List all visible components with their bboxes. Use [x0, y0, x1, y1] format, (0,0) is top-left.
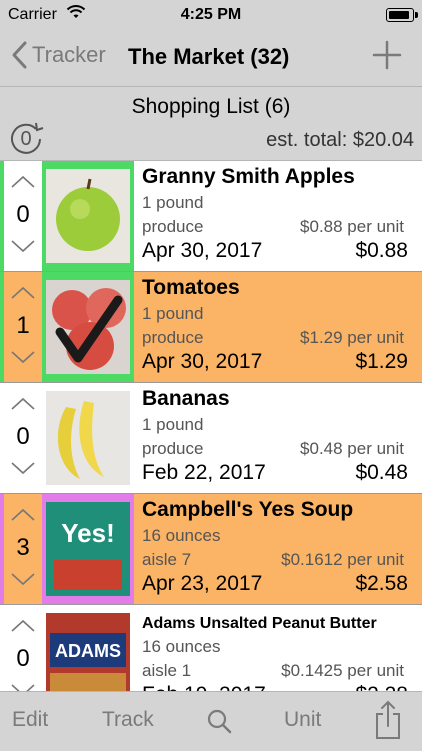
item-price: $2.28	[355, 683, 408, 691]
item-unit-price: $0.1612 per unit	[281, 550, 404, 569]
status-bar: Carrier 4:25 PM	[0, 0, 422, 30]
quantity-stepper[interactable]: 0	[4, 161, 42, 271]
item-thumbnail[interactable]: ADAMS	[42, 605, 134, 691]
page-title: The Market (32)	[128, 44, 290, 69]
chevron-down-icon[interactable]	[10, 350, 36, 364]
list-item[interactable]: 1 Tomatoes 1 pound produce $1.29 per uni…	[0, 272, 422, 383]
item-category: aisle 7	[142, 550, 192, 569]
share-icon[interactable]	[374, 700, 402, 740]
chevron-up-icon[interactable]	[10, 175, 36, 189]
svg-text:0: 0	[20, 128, 31, 150]
item-unit-price: $0.1425 per unit	[281, 661, 404, 680]
quantity-value: 1	[16, 312, 30, 339]
item-name: Campbell's Yes Soup	[142, 498, 354, 521]
chevron-up-icon[interactable]	[10, 397, 36, 411]
item-price: $0.88	[355, 239, 408, 262]
battery-icon	[386, 8, 418, 22]
track-button[interactable]: Track	[102, 708, 154, 732]
back-button[interactable]: Tracker	[10, 40, 106, 70]
navigation-bar: Tracker The Market (32)	[0, 30, 422, 87]
list-header: Shopping List (6) 0 est. total: $20.04	[0, 87, 422, 161]
chevron-up-icon[interactable]	[10, 508, 36, 522]
shopping-list-title: Shopping List (6)	[131, 95, 291, 118]
green-apple-image	[46, 169, 130, 263]
svg-text:ADAMS: ADAMS	[55, 641, 121, 661]
item-date: Feb 19, 2017	[142, 683, 266, 691]
search-icon[interactable]	[206, 708, 232, 734]
item-date: Apr 23, 2017	[142, 572, 263, 595]
reset-quantities-icon[interactable]: 0	[6, 119, 46, 155]
tomatoes-image	[46, 280, 130, 374]
item-date: Feb 22, 2017	[142, 461, 266, 484]
item-size: 1 pound	[142, 415, 204, 434]
chevron-down-icon[interactable]	[10, 461, 36, 475]
item-unit-price: $1.29 per unit	[300, 328, 404, 347]
chevron-down-icon[interactable]	[10, 683, 36, 691]
item-date: Apr 30, 2017	[142, 239, 263, 262]
quantity-stepper[interactable]: 0	[4, 383, 42, 493]
item-list: 0 Granny Smith Apples 1 pound produce $0…	[0, 161, 422, 691]
quantity-value: 0	[16, 201, 30, 228]
item-thumbnail[interactable]	[42, 272, 134, 382]
unit-button[interactable]: Unit	[284, 708, 321, 732]
item-category: produce	[142, 439, 204, 458]
list-item[interactable]: 0 Bananas 1 pound produce $0.48 per unit…	[0, 383, 422, 494]
peanut-butter-jar-image: ADAMS	[46, 613, 130, 691]
list-item[interactable]: 0 Granny Smith Apples 1 pound produce $0…	[0, 161, 422, 272]
quantity-value: 0	[16, 645, 30, 672]
back-label: Tracker	[32, 42, 106, 67]
item-size: 1 pound	[142, 193, 204, 212]
item-price: $1.29	[355, 350, 408, 373]
item-category: aisle 1	[142, 661, 192, 680]
item-size: 1 pound	[142, 304, 204, 323]
soup-can-image: Yes!	[46, 502, 130, 596]
item-name: Tomatoes	[142, 276, 240, 299]
item-thumbnail[interactable]	[42, 161, 134, 271]
item-thumbnail[interactable]	[42, 383, 134, 493]
item-name: Granny Smith Apples	[142, 165, 355, 188]
edit-button[interactable]: Edit	[12, 708, 48, 732]
item-unit-price: $0.48 per unit	[300, 439, 404, 458]
item-size: 16 ounces	[142, 637, 221, 656]
chevron-down-icon[interactable]	[10, 239, 36, 253]
list-item[interactable]: 0 ADAMS Adams Unsalted Peanut Butter 16 …	[0, 605, 422, 691]
item-price: $0.48	[355, 461, 408, 484]
item-name: Bananas	[142, 387, 230, 410]
quantity-stepper[interactable]: 3	[4, 494, 42, 604]
item-category: produce	[142, 328, 204, 347]
quantity-stepper[interactable]: 0	[4, 605, 42, 691]
chevron-up-icon[interactable]	[10, 619, 36, 633]
bananas-image	[46, 391, 130, 485]
bottom-toolbar: Edit Track Unit	[0, 691, 422, 751]
estimated-total: est. total: $20.04	[266, 129, 414, 151]
item-price: $2.58	[355, 572, 408, 595]
item-unit-price: $0.88 per unit	[300, 217, 404, 236]
quantity-stepper[interactable]: 1	[4, 272, 42, 382]
item-name: Adams Unsalted Peanut Butter	[142, 615, 377, 632]
chevron-up-icon[interactable]	[10, 286, 36, 300]
list-item[interactable]: 3 Yes! Campbell's Yes Soup 16 ounces ais…	[0, 494, 422, 605]
item-date: Apr 30, 2017	[142, 350, 263, 373]
chevron-down-icon[interactable]	[10, 572, 36, 586]
svg-text:Yes!: Yes!	[61, 518, 115, 548]
item-thumbnail[interactable]: Yes!	[42, 494, 134, 604]
add-icon[interactable]	[372, 40, 402, 70]
chevron-left-icon	[12, 41, 27, 69]
item-size: 16 ounces	[142, 526, 221, 545]
item-category: produce	[142, 217, 204, 236]
clock: 4:25 PM	[180, 6, 242, 23]
quantity-value: 0	[16, 423, 30, 450]
quantity-value: 3	[16, 534, 30, 561]
